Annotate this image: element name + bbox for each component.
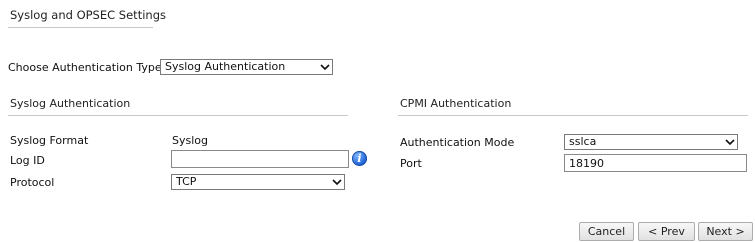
cpmi-section-divider: [398, 115, 748, 116]
auth-mode-select[interactable]: sslca: [564, 134, 738, 150]
auth-type-value: Syslog Authentication: [165, 60, 286, 73]
protocol-label: Protocol: [10, 176, 55, 189]
auth-type-label: Choose Authentication Type: [8, 61, 162, 74]
auth-mode-value: sslca: [569, 135, 597, 148]
auth-type-select[interactable]: Syslog Authentication: [160, 59, 333, 75]
protocol-select[interactable]: TCP: [171, 174, 345, 190]
syslog-section-heading: Syslog Authentication: [10, 97, 131, 110]
chevron-down-icon: [330, 175, 344, 189]
port-label: Port: [400, 157, 422, 170]
prev-button[interactable]: < Prev: [638, 222, 695, 241]
cpmi-section-heading: CPMI Authentication: [400, 97, 512, 110]
chevron-down-icon: [723, 135, 737, 149]
cancel-button[interactable]: Cancel: [579, 222, 634, 241]
info-icon[interactable]: i: [352, 151, 367, 166]
protocol-value: TCP: [176, 175, 197, 188]
syslog-format-label: Syslog Format: [10, 134, 89, 147]
info-glyph: i: [357, 152, 362, 165]
log-id-label: Log ID: [10, 154, 45, 167]
title-divider: [8, 27, 153, 28]
syslog-format-value: Syslog: [172, 134, 208, 147]
next-button[interactable]: Next >: [698, 222, 753, 241]
chevron-down-icon: [318, 60, 332, 74]
port-input[interactable]: [564, 154, 747, 172]
auth-mode-label: Authentication Mode: [400, 136, 515, 149]
page-title: Syslog and OPSEC Settings: [10, 8, 166, 22]
log-id-input[interactable]: [171, 150, 349, 168]
syslog-section-divider: [8, 115, 348, 116]
